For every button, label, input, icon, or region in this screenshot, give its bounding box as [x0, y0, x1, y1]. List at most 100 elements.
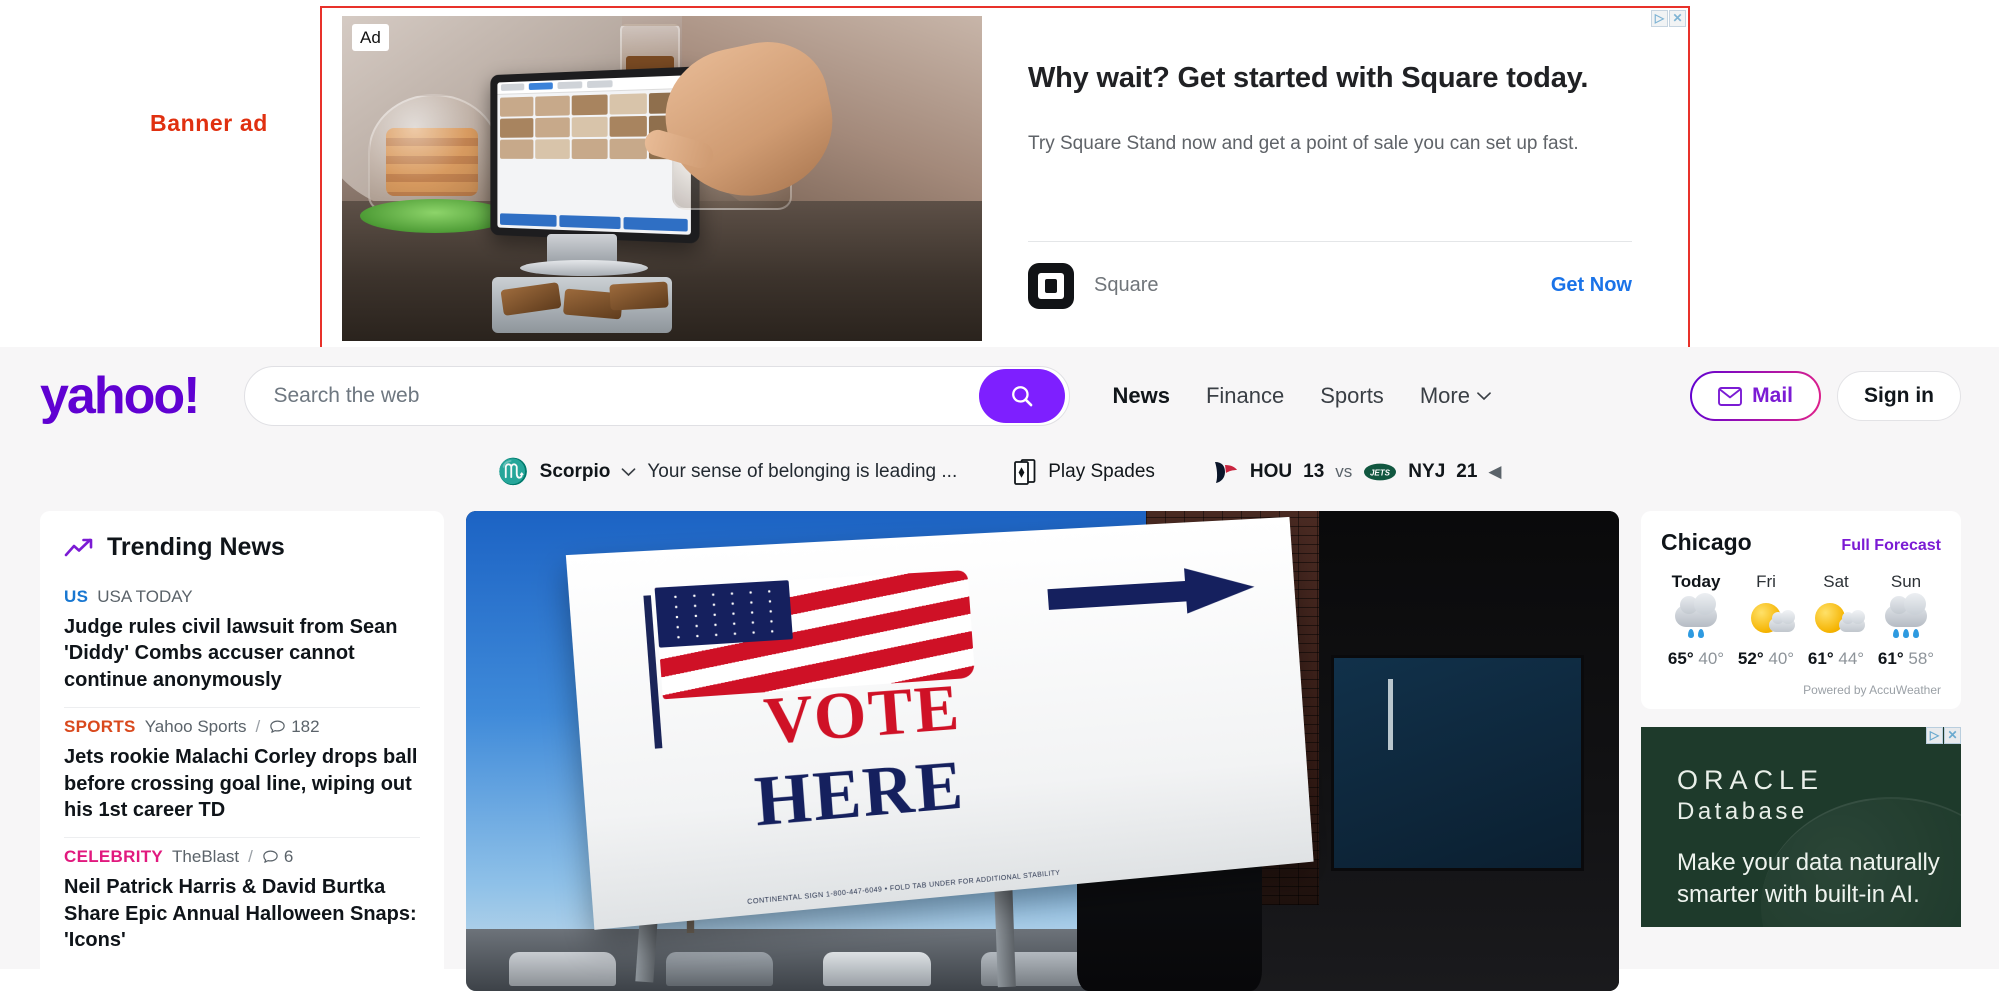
jets-logo-icon: JETS [1363, 462, 1397, 482]
comment-count[interactable]: 6 [262, 847, 293, 867]
weather-temps: 61° 58° [1871, 649, 1941, 669]
zodiac-sign-label: Scorpio [540, 461, 611, 483]
ad-cta-link[interactable]: Get Now [1551, 274, 1632, 297]
banner-ad-annotation: Banner ad [150, 110, 268, 137]
weather-header: Chicago Full Forecast [1661, 529, 1941, 556]
nav-item-finance[interactable]: Finance [1206, 383, 1284, 409]
hero-image[interactable]: VOTE HERE CONTINENTAL SIGN 1-800-447-604… [466, 511, 1619, 991]
mail-button[interactable]: Mail [1690, 371, 1821, 421]
news-meta: CELEBRITY TheBlast / 6 [64, 847, 420, 867]
weather-low: 58° [1908, 649, 1934, 668]
news-meta: US USA TODAY [64, 587, 420, 607]
news-meta: SPORTS Yahoo Sports / 182 [64, 717, 420, 737]
utility-strip: ♏ Scorpio Your sense of belonging is lea… [0, 445, 1999, 499]
weather-day[interactable]: Today 65° 40° [1661, 572, 1731, 669]
yahoo-homepage: yahoo! News Finance Sports More [0, 347, 1999, 969]
game-score-module[interactable]: HOU 13 vs JETS NYJ 21 ◀ [1211, 459, 1502, 485]
list-item[interactable]: US USA TODAY Judge rules civil lawsuit f… [64, 578, 420, 708]
ad-badge: Ad [352, 24, 389, 51]
away-team-score: 13 [1303, 461, 1324, 483]
list-item[interactable]: SPORTS Yahoo Sports / 182 Jets rookie Ma… [64, 708, 420, 838]
vote-here-sign: VOTE HERE CONTINENTAL SIGN 1-800-447-604… [566, 517, 1314, 930]
trending-news-panel: Trending News US USA TODAY Judge rules c… [40, 511, 444, 991]
weather-temps: 65° 40° [1661, 649, 1731, 669]
direction-arrow-icon [1046, 564, 1256, 622]
oracle-brand: ORACLE Database [1677, 767, 1824, 824]
texans-logo-icon [1211, 459, 1239, 485]
play-spades-label: Play Spades [1048, 461, 1155, 483]
sign-text-here: HERE [752, 751, 967, 839]
comment-count-value: 182 [291, 717, 319, 737]
zodiac-chevron-down-icon[interactable] [621, 468, 636, 477]
news-headline[interactable]: Jets rookie Malachi Corley drops ball be… [64, 744, 420, 823]
close-icon[interactable]: ✕ [1944, 727, 1961, 744]
hero-window [1331, 655, 1585, 871]
weather-widget: Chicago Full Forecast Today 65° 40° Fri … [1641, 511, 1961, 709]
weather-day-name: Today [1661, 572, 1731, 592]
search-bar[interactable] [244, 366, 1070, 426]
ad-controls[interactable]: ▷ ✕ [1651, 10, 1686, 27]
nav-item-news[interactable]: News [1112, 383, 1169, 409]
rain-cloud-icon [1661, 601, 1731, 643]
close-icon[interactable]: ✕ [1669, 10, 1686, 27]
adchoices-icon[interactable]: ▷ [1651, 10, 1668, 27]
right-sidebar: Chicago Full Forecast Today 65° 40° Fri … [1641, 511, 1961, 927]
rain-cloud-icon [1871, 601, 1941, 643]
photo-green-plate [360, 199, 510, 233]
mail-icon [1718, 387, 1742, 406]
square-logo-icon [1028, 263, 1074, 309]
oracle-ad-controls[interactable]: ▷ ✕ [1926, 727, 1961, 744]
news-headline[interactable]: Neil Patrick Harris & David Burtka Share… [64, 874, 420, 953]
nav-item-more[interactable]: More [1420, 383, 1491, 409]
weather-high: 61° [1808, 649, 1834, 668]
account-actions: Mail Sign in [1690, 371, 1961, 421]
weather-low: 44° [1838, 649, 1864, 668]
trending-header: Trending News [64, 533, 420, 562]
weather-attribution: Powered by AccuWeather [1661, 683, 1941, 697]
ad-advertiser-name: Square [1094, 274, 1159, 297]
photo-cookie-tray [492, 277, 672, 333]
adchoices-icon[interactable]: ▷ [1926, 727, 1943, 744]
weather-high: 52° [1738, 649, 1764, 668]
news-source: USA TODAY [97, 587, 192, 607]
oracle-ad[interactable]: ▷ ✕ ORACLE Database Make your data natur… [1641, 727, 1961, 927]
news-source: TheBlast [172, 847, 239, 867]
weather-day-name: Fri [1731, 572, 1801, 592]
news-headline[interactable]: Judge rules civil lawsuit from Sean 'Did… [64, 614, 420, 693]
search-button[interactable] [979, 369, 1065, 423]
home-team-label: NYJ [1408, 461, 1445, 483]
news-category[interactable]: CELEBRITY [64, 847, 163, 867]
weather-day-name: Sat [1801, 572, 1871, 592]
news-category[interactable]: US [64, 587, 88, 607]
vs-label: vs [1335, 462, 1352, 482]
horoscope-text[interactable]: Your sense of belonging is leading ... [647, 461, 957, 483]
away-team-label: HOU [1250, 461, 1292, 483]
yahoo-logo[interactable]: yahoo! [40, 370, 198, 422]
svg-text:JETS: JETS [1370, 468, 1391, 477]
comment-icon [262, 849, 279, 866]
meta-separator: / [248, 847, 253, 867]
chevron-down-icon [1477, 392, 1491, 401]
weather-day[interactable]: Sat 61° 44° [1801, 572, 1871, 669]
search-input[interactable] [273, 384, 979, 408]
sign-in-button[interactable]: Sign in [1837, 371, 1961, 421]
nav-item-sports[interactable]: Sports [1320, 383, 1384, 409]
main-content: Trending News US USA TODAY Judge rules c… [0, 499, 1999, 991]
weather-day[interactable]: Fri 52° 40° [1731, 572, 1801, 669]
news-source: Yahoo Sports [145, 717, 247, 737]
horoscope-module[interactable]: ♏ Scorpio Your sense of belonging is lea… [498, 460, 958, 485]
news-category[interactable]: SPORTS [64, 717, 136, 737]
list-item[interactable]: CELEBRITY TheBlast / 6 Neil Patrick Harr… [64, 838, 420, 967]
meta-separator: / [255, 717, 260, 737]
weather-high: 65° [1668, 649, 1694, 668]
trending-up-icon [64, 537, 94, 559]
banner-ad-container[interactable]: ▷ ✕ Ad Why wait? Get started with Square… [320, 6, 1690, 353]
weather-high: 61° [1878, 649, 1904, 668]
comment-count[interactable]: 182 [269, 717, 319, 737]
weather-temps: 52° 40° [1731, 649, 1801, 669]
mail-label: Mail [1752, 384, 1793, 408]
weather-day[interactable]: Sun 61° 58° [1871, 572, 1941, 669]
full-forecast-link[interactable]: Full Forecast [1841, 537, 1941, 555]
primary-nav: News Finance Sports More [1112, 383, 1490, 409]
play-spades-module[interactable]: Play Spades [1013, 458, 1155, 486]
